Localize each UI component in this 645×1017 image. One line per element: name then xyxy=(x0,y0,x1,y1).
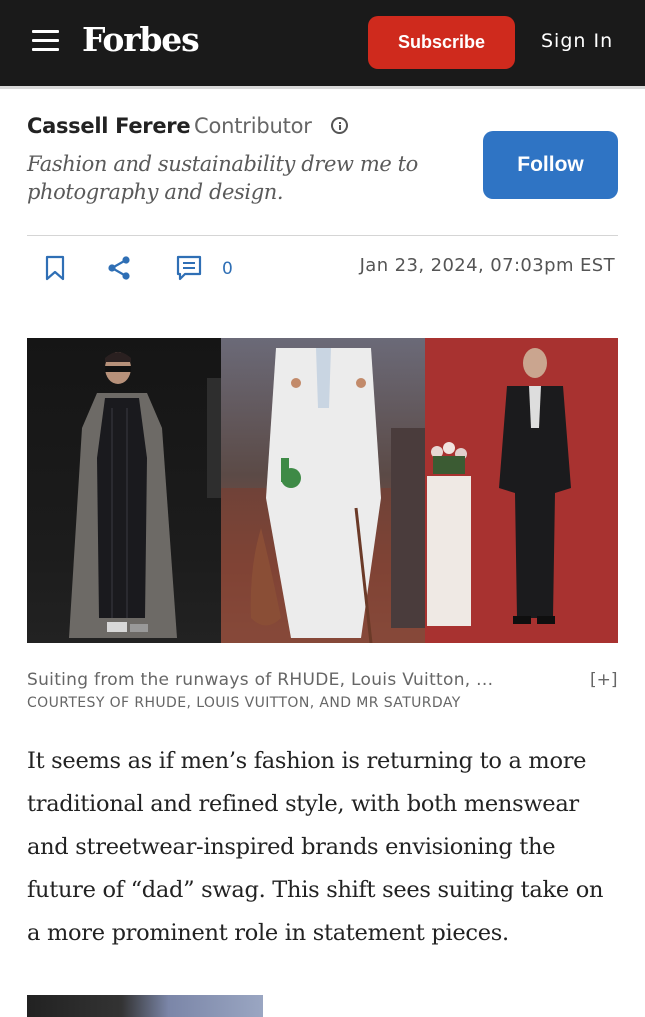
follow-button[interactable]: Follow xyxy=(483,131,618,199)
runway-photo-louis-vuitton xyxy=(221,338,425,643)
forbes-logo[interactable]: Forbes xyxy=(82,20,200,59)
bookmark-icon[interactable] xyxy=(44,255,66,285)
author-name[interactable]: Cassell Ferere xyxy=(27,114,191,138)
comment-count[interactable]: 0 xyxy=(222,259,233,279)
subscribe-button[interactable]: Subscribe xyxy=(368,16,515,69)
info-icon[interactable] xyxy=(331,117,348,134)
article-paragraph: It seems as if men’s fashion is returnin… xyxy=(27,748,604,946)
image-credit: COURTESY OF RHUDE, LOUIS VUITTON, AND MR… xyxy=(27,695,461,711)
author-role: Contributor xyxy=(194,114,312,138)
hamburger-menu-icon[interactable] xyxy=(32,30,59,52)
expand-caption-button[interactable]: [+] xyxy=(590,670,618,690)
section-divider xyxy=(27,235,618,236)
header-divider xyxy=(0,86,645,89)
comment-icon[interactable] xyxy=(176,255,202,285)
runway-photo-rhude xyxy=(27,338,221,643)
sign-in-link[interactable]: Sign In xyxy=(541,30,613,52)
next-article-image xyxy=(27,995,263,1017)
runway-photo-mr-saturday xyxy=(425,338,618,643)
article-hero-image[interactable] xyxy=(27,338,618,643)
publish-date: Jan 23, 2024, 07:03pm EST xyxy=(359,255,615,276)
image-caption: Suiting from the runways of RHUDE, Louis… xyxy=(27,670,494,690)
top-navigation-bar: Forbes Subscribe Sign In xyxy=(0,0,645,86)
share-icon[interactable] xyxy=(107,255,131,285)
author-bio: Fashion and sustainability drew me to ph… xyxy=(27,152,418,204)
